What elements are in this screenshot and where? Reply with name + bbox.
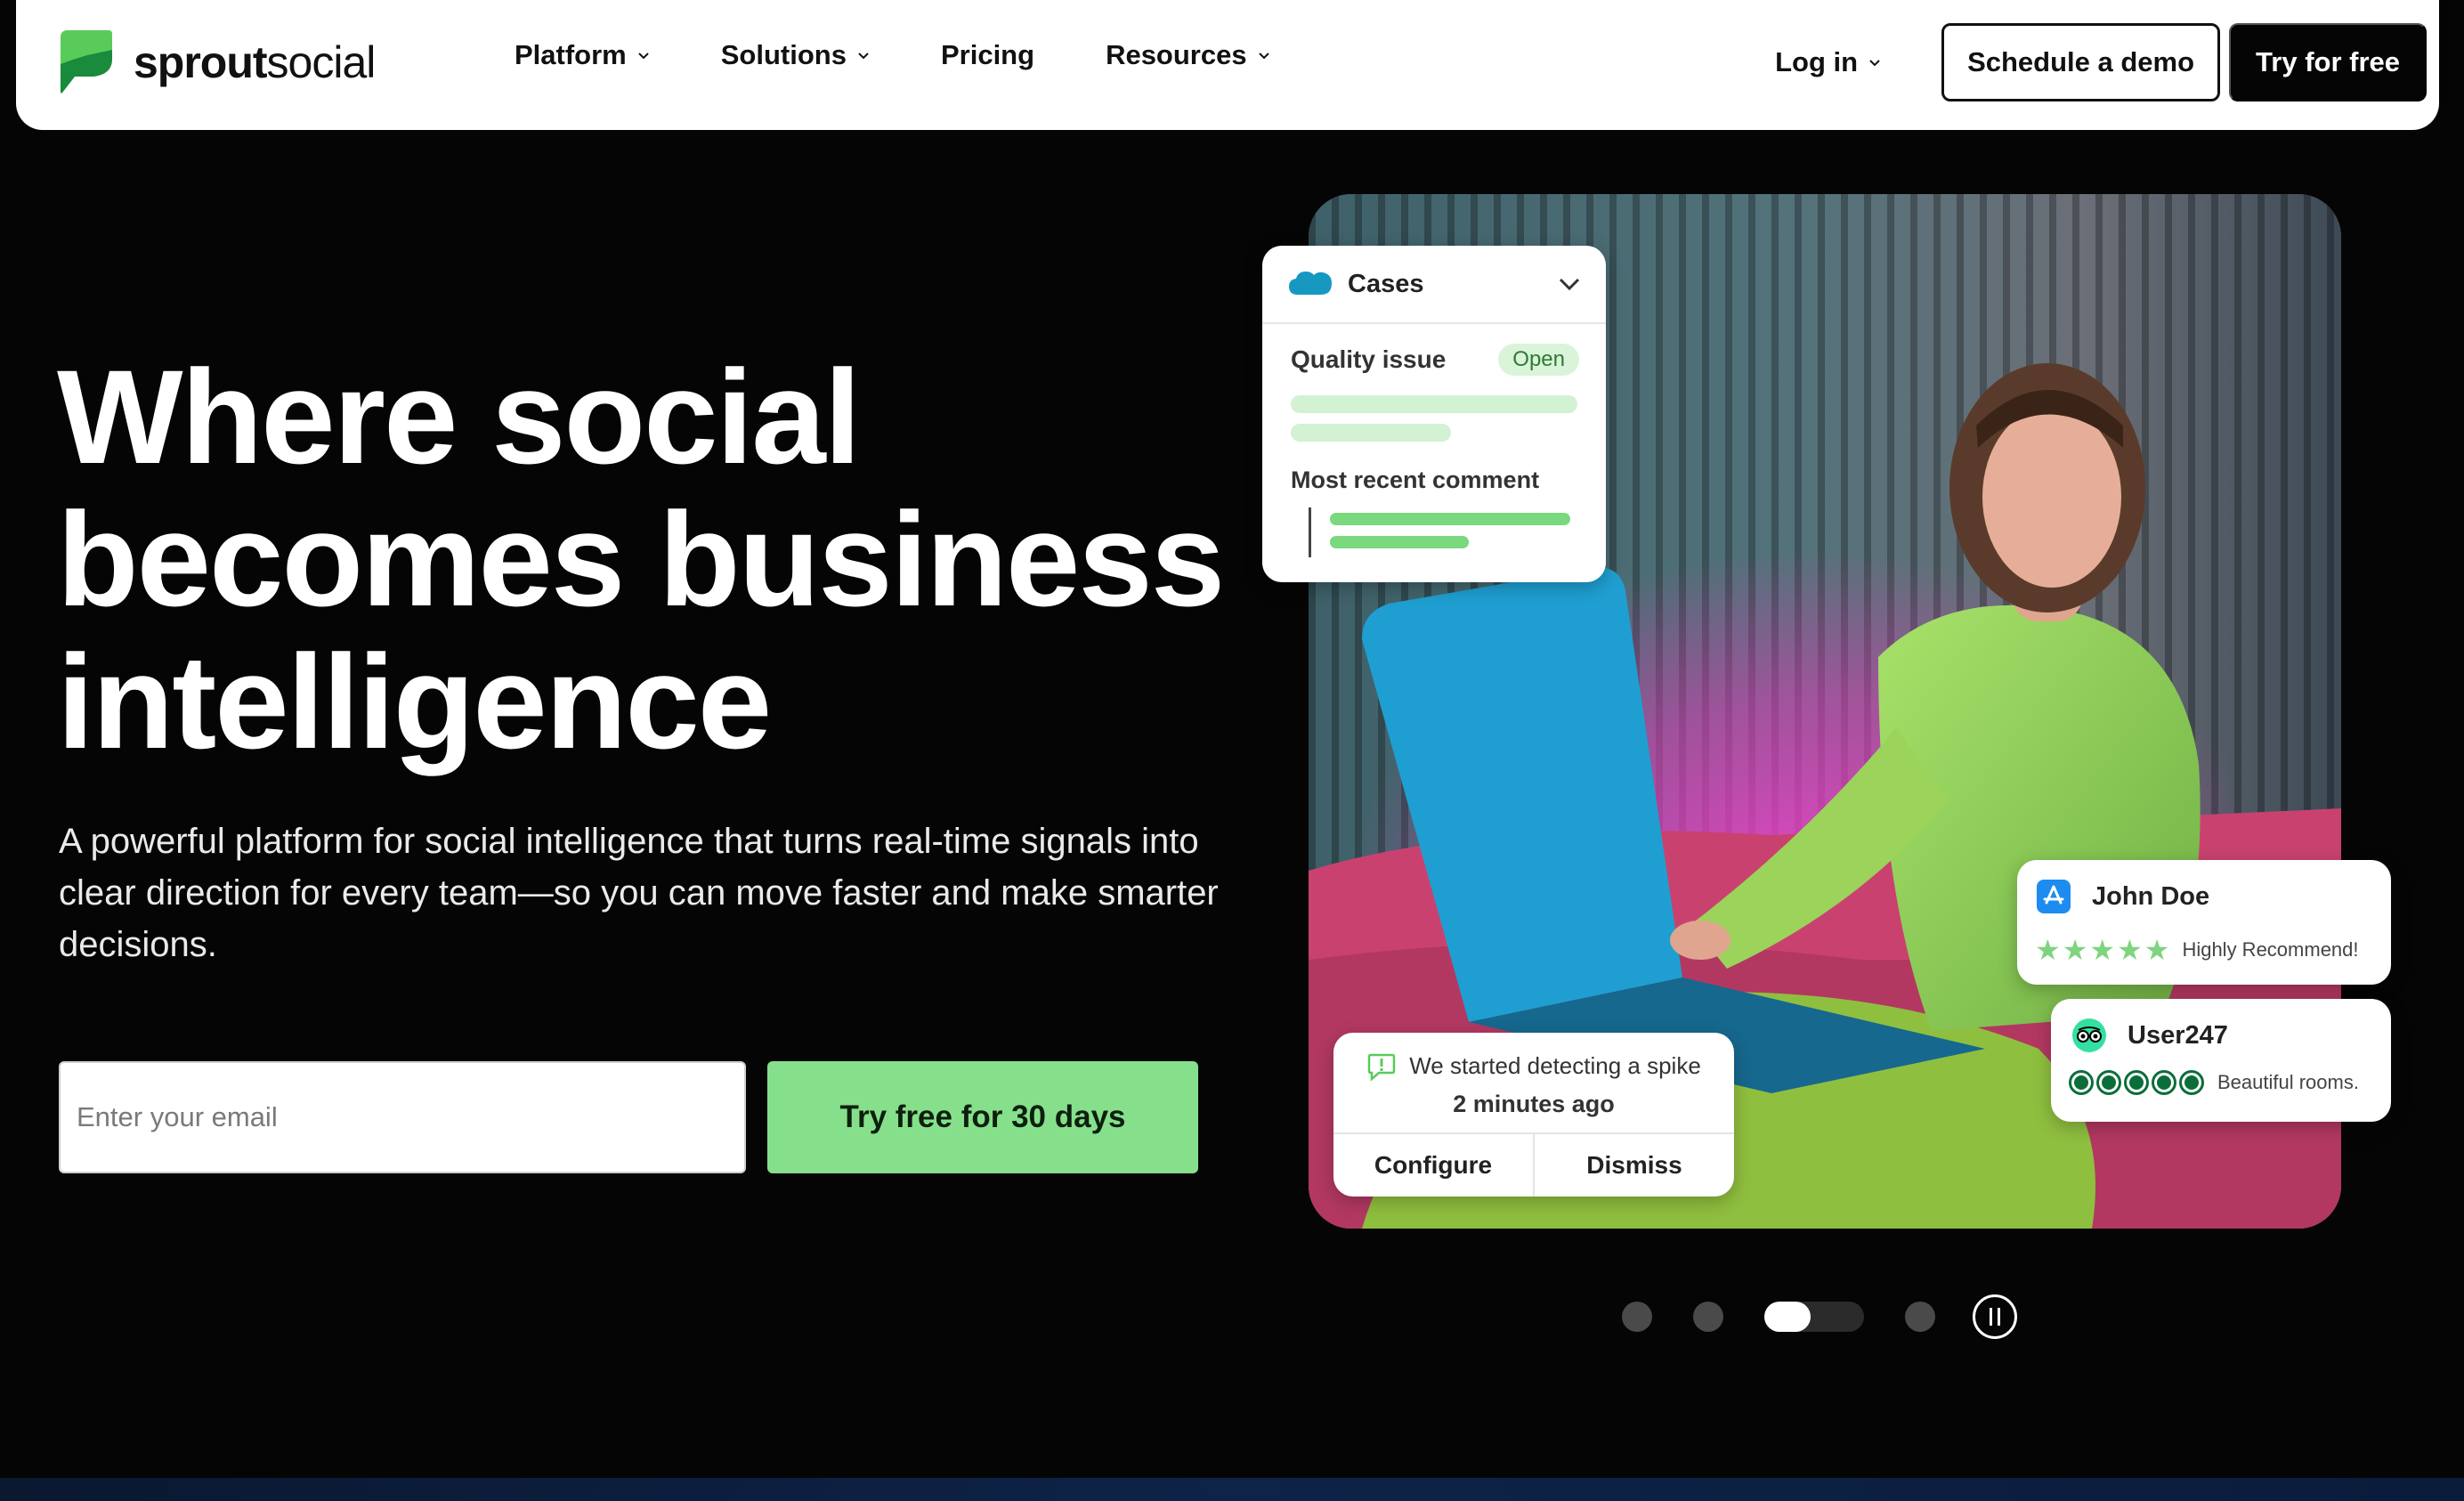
hero-heading-line: intelligence	[57, 627, 772, 776]
schedule-demo-button[interactable]: Schedule a demo	[1941, 23, 2221, 101]
review-text: Beautiful rooms.	[2217, 1071, 2359, 1093]
case-issue-label: Quality issue	[1291, 345, 1447, 373]
review-card-app-store: John Doe ★ ★ ★ ★ ★ Highly Recommend!	[2017, 860, 2391, 985]
reviewer-name: John Doe	[2092, 881, 2210, 911]
main-menu: Platform Solutions Pricing Resources	[515, 39, 1341, 71]
carousel-dot[interactable]	[1622, 1302, 1652, 1332]
star-icon: ★	[2117, 934, 2143, 966]
alert-chat-icon	[1367, 1053, 1396, 1082]
star-icon: ★	[2062, 934, 2088, 966]
star-icon: ★	[2144, 934, 2170, 966]
hero-subtitle: A powerful platform for social intellige…	[59, 822, 1219, 964]
star-icon: ★	[2089, 934, 2116, 966]
placeholder-line	[1330, 536, 1469, 548]
spike-time: 2 minutes ago	[1453, 1090, 1615, 1117]
review-text: Highly Recommend!	[2182, 938, 2359, 961]
star-rating: ★ ★ ★ ★ ★ Highly Recommend!	[2035, 933, 2359, 967]
salesforce-icon	[1289, 272, 1332, 295]
configure-button[interactable]: Configure	[1333, 1134, 1533, 1197]
star-icon: ★	[2035, 934, 2061, 966]
top-navigation: sproutsocial Platform Solutions Pricing …	[16, 0, 2439, 130]
rating-bubble-icon	[2069, 1070, 2094, 1095]
case-issue-row: Quality issue Open	[1291, 344, 1579, 376]
rating-bubble-icon	[2096, 1070, 2121, 1095]
cases-title: Cases	[1348, 269, 1424, 298]
logo-wordmark: sproutsocial	[134, 37, 376, 87]
carousel-dot[interactable]	[1693, 1302, 1723, 1332]
sprout-social-logo[interactable]: sproutsocial	[57, 28, 376, 96]
email-input[interactable]	[59, 1061, 746, 1173]
carousel-controls	[1622, 1294, 2017, 1339]
tripadvisor-icon	[2072, 1018, 2106, 1052]
chevron-down-icon	[1869, 60, 1880, 67]
nav-platform[interactable]: Platform	[515, 39, 650, 71]
app-store-icon	[2037, 880, 2071, 913]
review-card-tripadvisor: User247 Beautiful rooms.	[2051, 999, 2391, 1122]
next-section-edge	[0, 1478, 2464, 1501]
chevron-down-icon	[1258, 53, 1269, 60]
try-for-free-button[interactable]: Try for free	[2229, 23, 2427, 101]
dismiss-button[interactable]: Dismiss	[1533, 1134, 1734, 1197]
chevron-down-icon	[858, 53, 869, 60]
reviewer-name: User247	[2128, 1020, 2228, 1050]
spike-actions: Configure Dismiss	[1333, 1132, 1734, 1197]
spike-alert-card: We started detecting a spike 2 minutes a…	[1333, 1033, 1734, 1197]
hero-heading: Where social becomes business intelligen…	[57, 345, 1268, 773]
hero-heading-line: Where social	[57, 342, 861, 491]
rating-bubble-icon	[2179, 1070, 2204, 1095]
rating-bubble-icon	[2152, 1070, 2176, 1095]
pause-icon[interactable]	[1973, 1294, 2017, 1339]
cases-card: Cases Quality issue Open Most recent com…	[1262, 246, 1606, 582]
spike-text: We started detecting a spike	[1409, 1052, 1701, 1079]
hero-heading-line: becomes business	[57, 484, 1225, 634]
placeholder-line	[1291, 424, 1451, 442]
placeholder-line	[1330, 513, 1570, 525]
chevron-down-icon	[638, 53, 649, 60]
recent-comment-label: Most recent comment	[1291, 467, 1540, 493]
try-free-30-days-button[interactable]: Try free for 30 days	[767, 1061, 1198, 1173]
sprout-leaf-icon	[61, 30, 112, 93]
placeholder-line	[1291, 395, 1577, 413]
status-badge: Open	[1498, 344, 1579, 376]
spike-message: We started detecting a spike 2 minutes a…	[1333, 1033, 1734, 1132]
comment-divider	[1309, 507, 1311, 557]
bubble-rating: Beautiful rooms.	[2069, 1070, 2359, 1095]
login-menu[interactable]: Log in	[1775, 46, 1881, 78]
cases-header[interactable]: Cases	[1262, 246, 1606, 324]
chevron-down-icon	[1559, 278, 1580, 291]
nav-actions: Log in Schedule a demo Try for free	[1775, 23, 2427, 101]
nav-resources[interactable]: Resources	[1106, 39, 1270, 71]
carousel-dot-active[interactable]	[1764, 1302, 1864, 1332]
nav-pricing[interactable]: Pricing	[941, 39, 1034, 71]
nav-solutions[interactable]: Solutions	[721, 39, 870, 71]
carousel-dot[interactable]	[1905, 1302, 1935, 1332]
rating-bubble-icon	[2124, 1070, 2149, 1095]
